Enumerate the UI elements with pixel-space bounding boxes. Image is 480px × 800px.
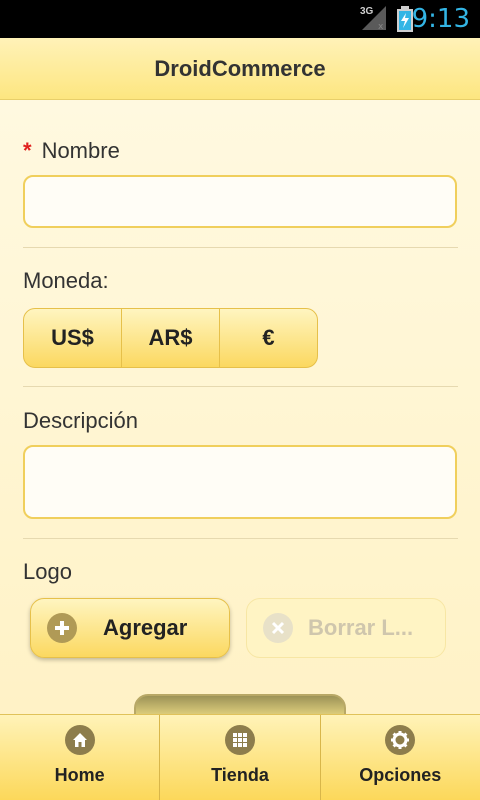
descripcion-label: Descripción xyxy=(23,408,138,433)
tab-home[interactable]: Home xyxy=(0,715,161,800)
app-header: DroidCommerce xyxy=(0,38,480,100)
divider xyxy=(23,386,458,387)
currency-usd-button[interactable]: US$ xyxy=(24,309,122,367)
bottom-tab-bar: Home Tienda Opciones xyxy=(0,714,480,800)
app-title: DroidCommerce xyxy=(154,55,326,81)
tab-opciones-label: Opciones xyxy=(359,765,442,785)
plus-icon xyxy=(47,613,77,643)
svg-text:x: x xyxy=(378,22,384,32)
status-bar: 3G x 9:13 xyxy=(0,0,480,38)
tab-opciones[interactable]: Opciones xyxy=(321,715,480,800)
tab-tienda-label: Tienda xyxy=(211,765,269,785)
gear-icon xyxy=(385,725,416,755)
currency-eur-button[interactable]: € xyxy=(220,309,317,367)
delete-logo-label: Borrar L... xyxy=(308,615,414,640)
clock: 9:13 xyxy=(411,4,470,34)
currency-ars-button[interactable]: AR$ xyxy=(122,309,220,367)
currency-segmented-control: US$ AR$ € xyxy=(23,308,318,368)
divider xyxy=(23,538,458,539)
delete-logo-button[interactable]: Borrar L... xyxy=(246,598,446,658)
logo-label: Logo xyxy=(23,559,72,584)
nombre-label-row: * Nombre xyxy=(23,138,120,164)
descripcion-textarea[interactable] xyxy=(23,445,457,519)
required-mark: * xyxy=(23,138,32,163)
grid-icon xyxy=(224,725,255,755)
add-logo-label: Agregar xyxy=(103,615,188,640)
home-icon xyxy=(64,725,95,755)
moneda-label: Moneda: xyxy=(23,268,109,293)
form-content: * Nombre Moneda: US$ AR$ € Descripción Lo… xyxy=(0,100,480,724)
nombre-label: Nombre xyxy=(41,138,120,163)
nombre-input[interactable] xyxy=(23,175,457,228)
signal-3g-icon: 3G x xyxy=(358,4,388,32)
add-logo-button[interactable]: Agregar xyxy=(30,598,230,658)
tab-tienda[interactable]: Tienda xyxy=(160,715,321,800)
close-icon xyxy=(263,613,293,643)
divider xyxy=(23,247,458,248)
tab-home-label: Home xyxy=(54,765,105,785)
